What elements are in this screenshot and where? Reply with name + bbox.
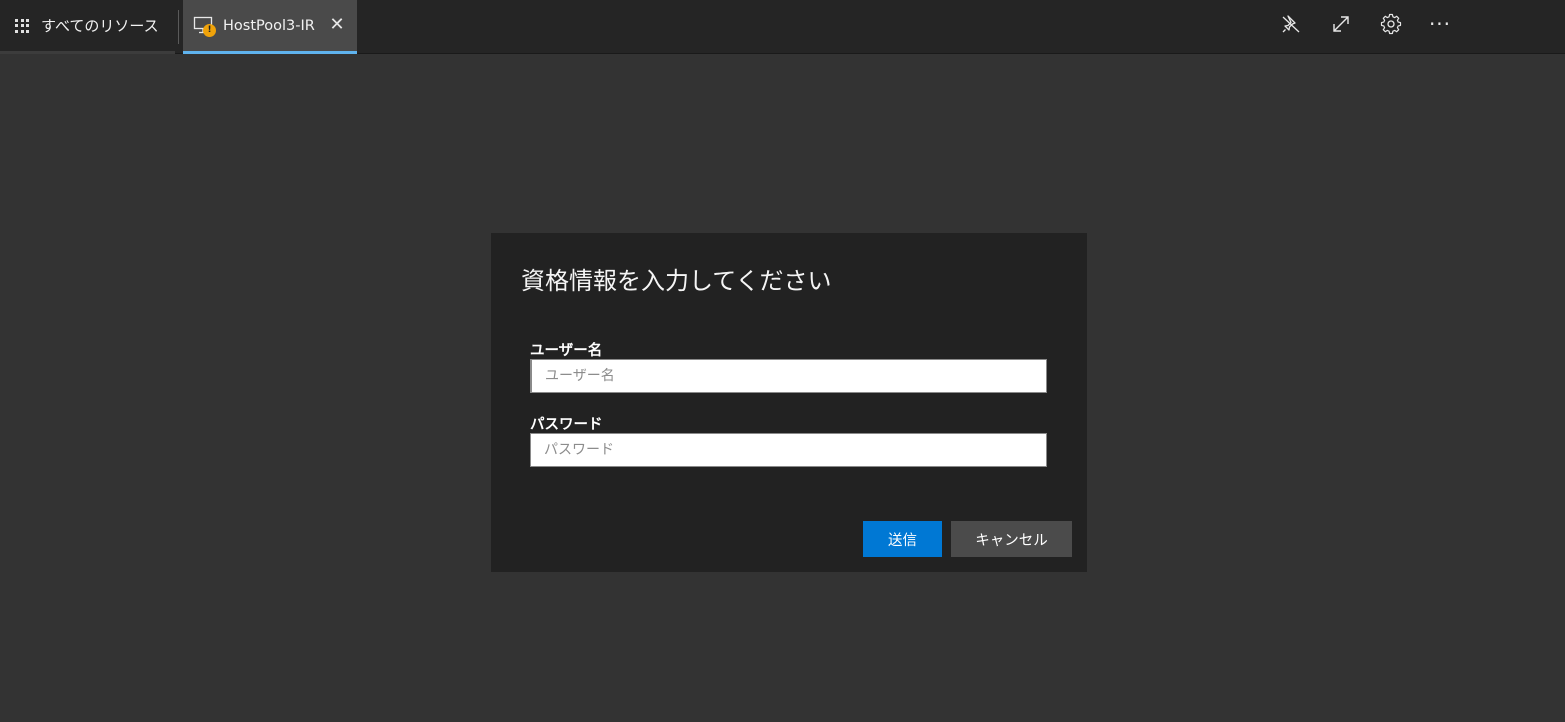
tab-all-resources[interactable]: すべてのリソース	[0, 0, 175, 54]
top-bar: すべてのリソース ! HostPool3-IR ✕ ···	[0, 0, 1565, 54]
unpin-icon[interactable]	[1279, 12, 1303, 36]
cancel-button[interactable]: キャンセル	[951, 521, 1072, 557]
more-icon[interactable]: ···	[1428, 12, 1452, 36]
tab-all-resources-label: すべてのリソース	[41, 17, 159, 35]
warning-badge: !	[203, 23, 216, 37]
tab-host-pool[interactable]: ! HostPool3-IR ✕	[183, 0, 357, 54]
password-label: パスワード	[530, 417, 603, 433]
submit-button[interactable]: 送信	[863, 521, 942, 557]
gear-icon[interactable]	[1379, 12, 1403, 36]
more-dots: ···	[1428, 12, 1452, 36]
password-input[interactable]	[530, 433, 1047, 467]
monitor-warning-icon: !	[193, 15, 216, 37]
expand-icon[interactable]	[1329, 12, 1353, 36]
credentials-dialog: 資格情報を入力してください ユーザー名 パスワード 送信 キャンセル	[491, 233, 1087, 572]
tab-host-pool-label: HostPool3-IR	[223, 17, 315, 34]
username-label: ユーザー名	[530, 343, 603, 359]
dialog-title: 資格情報を入力してください	[521, 267, 832, 295]
username-input[interactable]	[530, 359, 1047, 393]
tab-divider	[178, 10, 179, 44]
apps-grid-icon	[15, 18, 29, 33]
close-tab-button[interactable]: ✕	[329, 15, 345, 35]
